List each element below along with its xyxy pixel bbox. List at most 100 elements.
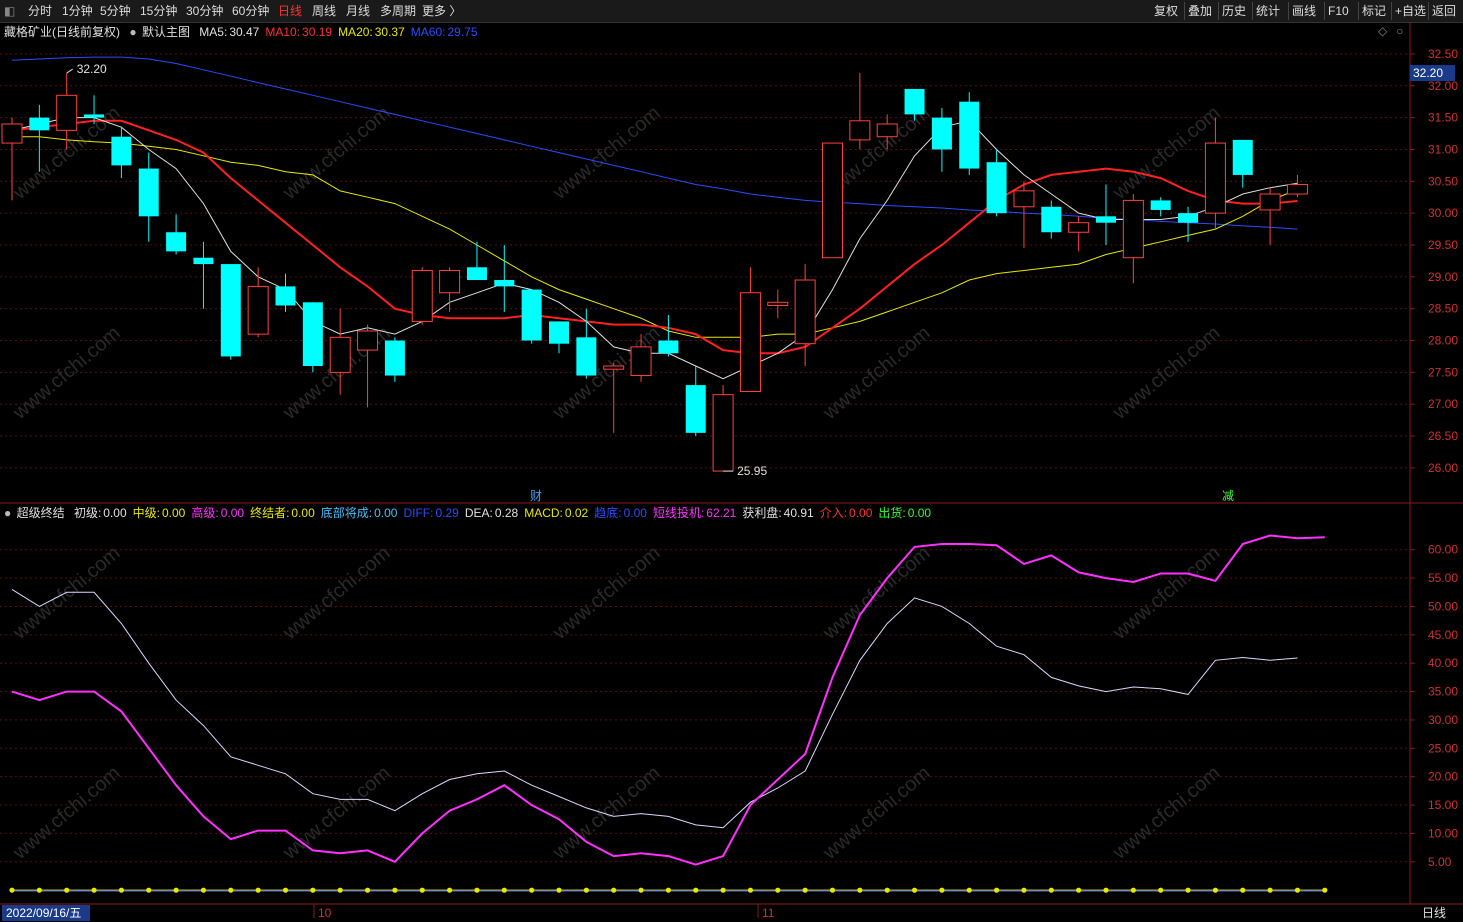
signal-dot [1240, 887, 1246, 893]
signal-dot [939, 887, 945, 893]
signal-dot [447, 887, 453, 893]
signal-dot [1021, 887, 1027, 893]
sub-tick-label: 5.00 [1428, 855, 1452, 869]
candle-body [959, 101, 980, 169]
candle-body [357, 330, 379, 351]
candle-body [685, 385, 706, 433]
candle-body [739, 292, 761, 392]
candle-body [849, 120, 871, 141]
candle-body [876, 123, 898, 138]
candle-body [193, 257, 214, 265]
price-tick-label: 29.00 [1428, 270, 1458, 284]
signal-dot [1158, 887, 1164, 893]
signal-dot [775, 887, 781, 893]
sub-tick-label: 30.00 [1428, 713, 1458, 727]
candle-body [986, 162, 1007, 214]
signal-dot [1048, 887, 1054, 893]
signal-dot [337, 887, 343, 893]
price-tick-label: 27.00 [1428, 397, 1458, 411]
sub-tick-label: 20.00 [1428, 770, 1458, 784]
signal-dot [9, 887, 15, 893]
candle-body [794, 279, 816, 345]
candle-body [658, 340, 679, 354]
candle-body [329, 336, 351, 373]
signal-dot [1212, 887, 1218, 893]
candle-body [1178, 213, 1199, 223]
candle-body [111, 136, 132, 166]
ma20-line [12, 136, 1298, 338]
signal-dot [146, 887, 152, 893]
candle-body [138, 168, 159, 217]
signal-dot [1103, 887, 1109, 893]
signal-dot [583, 887, 589, 893]
sub-tick-label: 10.00 [1428, 826, 1458, 840]
signal-dot [200, 887, 207, 893]
candle-body [1013, 190, 1035, 208]
signal-dot [228, 887, 234, 893]
candle-body [1204, 142, 1226, 214]
signal-dot [966, 887, 972, 893]
candle-body [1150, 200, 1171, 210]
price-tick-label: 30.00 [1428, 206, 1458, 220]
signal-dot [857, 887, 863, 893]
date-axis [0, 904, 1463, 922]
candle-body [712, 394, 734, 472]
profit-line [11, 588, 1298, 829]
signal-dot [693, 887, 699, 893]
sub-tick-label: 60.00 [1428, 543, 1458, 557]
price-tick-label: 30.50 [1428, 174, 1458, 188]
signal-dot [501, 887, 507, 893]
signal-dot [64, 887, 70, 893]
candle-body [494, 280, 515, 287]
signal-dot [611, 887, 617, 893]
candle-body [630, 346, 652, 377]
candle-body [576, 337, 597, 376]
sub-tick-label: 40.00 [1428, 656, 1458, 670]
sub-tick-label: 55.00 [1428, 571, 1458, 585]
signal-dot [994, 887, 1000, 893]
signal-dot [118, 887, 124, 893]
signal-dot [747, 887, 754, 893]
sub-tick-label: 45.00 [1428, 628, 1458, 642]
signal-dot [665, 887, 672, 893]
candle-body [384, 340, 405, 376]
signal-dot [392, 887, 398, 893]
watermark-text: www.cfchi.com [1108, 542, 1224, 645]
signal-dot [474, 887, 480, 893]
price-tick-label: 29.50 [1428, 238, 1458, 252]
candle-body [1286, 183, 1308, 195]
candle-body [549, 321, 569, 344]
signal-dot [556, 887, 562, 893]
candle-body [439, 269, 461, 294]
price-tick-label: 32.50 [1428, 47, 1458, 61]
candle-body [466, 267, 487, 281]
price-tick-label: 31.00 [1428, 142, 1458, 156]
watermark-text: www.cfchi.com [818, 322, 934, 425]
signal-dot [884, 887, 890, 893]
price-tick-label: 26.50 [1428, 429, 1458, 443]
signal-dot [829, 887, 836, 893]
signal-dot [1267, 887, 1273, 893]
signal-dot [310, 887, 316, 893]
candle-body [29, 117, 50, 131]
sub-tick-label: 35.00 [1428, 685, 1458, 699]
candle-body [247, 285, 269, 335]
signal-dot [255, 887, 261, 893]
watermark-text: www.cfchi.com [548, 762, 664, 865]
watermark-text: www.cfchi.com [8, 542, 124, 645]
watermark-text: www.cfchi.com [8, 322, 124, 425]
stock-chart[interactable]: 32.5032.0031.5031.0030.5030.0029.5029.00… [0, 0, 1463, 922]
price-tick-label: 27.50 [1428, 365, 1458, 379]
event-marker-reduce: 减 [1222, 489, 1234, 503]
candle-body [1096, 216, 1116, 223]
current-price-label: 32.20 [1413, 66, 1443, 80]
price-tick-label: 26.00 [1428, 461, 1458, 475]
signal-dot [282, 887, 289, 893]
candle-body [1041, 206, 1062, 233]
signal-dot [36, 887, 42, 893]
signal-dot [1322, 887, 1328, 893]
signal-dot [1130, 887, 1136, 893]
candle-body [904, 88, 925, 115]
watermark-text: www.cfchi.com [278, 762, 394, 865]
watermark-text: www.cfchi.com [8, 762, 124, 865]
